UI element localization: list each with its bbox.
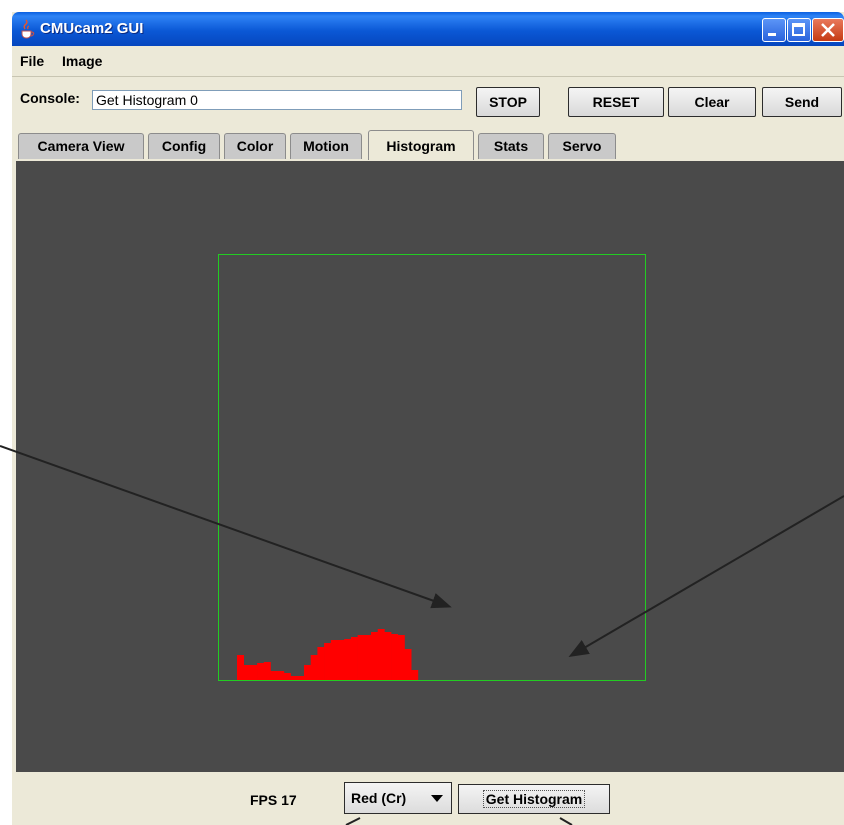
histogram-bar	[384, 632, 392, 680]
histogram-bar	[364, 635, 372, 680]
close-button[interactable]	[812, 18, 844, 42]
histogram-bar	[237, 655, 244, 680]
histogram-bar	[277, 671, 285, 680]
tab-config[interactable]: Config	[148, 133, 220, 159]
chevron-down-icon	[431, 795, 443, 802]
send-button[interactable]: Send	[762, 87, 842, 117]
bottom-bar: FPS 17 Red (Cr) Get Histogram	[12, 772, 844, 825]
console-label: Console:	[20, 90, 80, 106]
maximize-button[interactable]	[787, 18, 811, 42]
histogram-bar	[371, 632, 378, 680]
tab-servo[interactable]: Servo	[548, 133, 616, 159]
histogram-bar	[330, 640, 338, 680]
get-histogram-label: Get Histogram	[482, 790, 586, 808]
histogram-bar	[377, 629, 385, 680]
histogram-bar	[310, 655, 318, 680]
tab-histogram[interactable]: Histogram	[368, 130, 474, 160]
menu-image[interactable]: Image	[62, 53, 102, 69]
histogram-bar	[290, 676, 298, 680]
histogram-bar	[324, 643, 332, 680]
histogram-bar	[391, 634, 399, 680]
fps-label: FPS	[250, 792, 278, 808]
title-bar[interactable]: CMUcam2 GUI	[12, 12, 844, 46]
tab-stats[interactable]: Stats	[478, 133, 544, 159]
histogram-bar	[350, 637, 358, 680]
histogram-bar	[297, 676, 305, 680]
clear-button[interactable]: Clear	[668, 87, 756, 117]
tab-motion[interactable]: Motion	[290, 133, 362, 159]
histogram-bar	[257, 663, 265, 680]
histogram-bar	[250, 665, 258, 680]
fps-readout: FPS 17	[250, 792, 297, 808]
histogram-bar	[397, 635, 405, 680]
histogram-bar	[317, 647, 325, 680]
fps-value: 17	[281, 792, 297, 808]
histogram-bar	[411, 670, 419, 680]
histogram-bar	[344, 639, 352, 680]
menu-bar: File Image	[12, 46, 844, 77]
histogram-bar	[243, 665, 251, 680]
histogram-bar	[304, 665, 311, 680]
console-input[interactable]: Get Histogram 0	[92, 90, 462, 110]
window-title: CMUcam2 GUI	[40, 20, 144, 37]
close-icon	[821, 23, 835, 37]
minimize-icon	[768, 33, 776, 36]
tab-strip: Camera View Config Color Motion Histogra…	[12, 119, 844, 160]
channel-select-value: Red (Cr)	[351, 790, 407, 806]
minimize-button[interactable]	[762, 18, 786, 42]
histogram-bar	[357, 635, 365, 680]
histogram-panel	[16, 161, 844, 772]
histogram-bars	[237, 629, 419, 680]
stop-button[interactable]: STOP	[476, 87, 540, 117]
console-bar: Console: Get Histogram 0 STOP RESET Clea…	[12, 77, 844, 119]
tab-camera-view[interactable]: Camera View	[18, 133, 144, 159]
histogram-bar	[263, 662, 271, 680]
histogram-bar	[337, 640, 345, 680]
menu-file[interactable]: File	[20, 53, 44, 69]
channel-select[interactable]: Red (Cr)	[344, 782, 452, 814]
app-window: CMUcam2 GUI File Image Console: Get Hist…	[12, 12, 844, 825]
histogram-frame	[218, 254, 646, 681]
get-histogram-button[interactable]: Get Histogram	[458, 784, 610, 814]
histogram-bar	[404, 649, 412, 680]
maximize-icon	[792, 23, 805, 36]
java-cup-icon	[21, 19, 35, 39]
histogram-bar	[270, 671, 278, 680]
tab-color[interactable]: Color	[224, 133, 286, 159]
histogram-bar	[283, 673, 291, 680]
reset-button[interactable]: RESET	[568, 87, 664, 117]
